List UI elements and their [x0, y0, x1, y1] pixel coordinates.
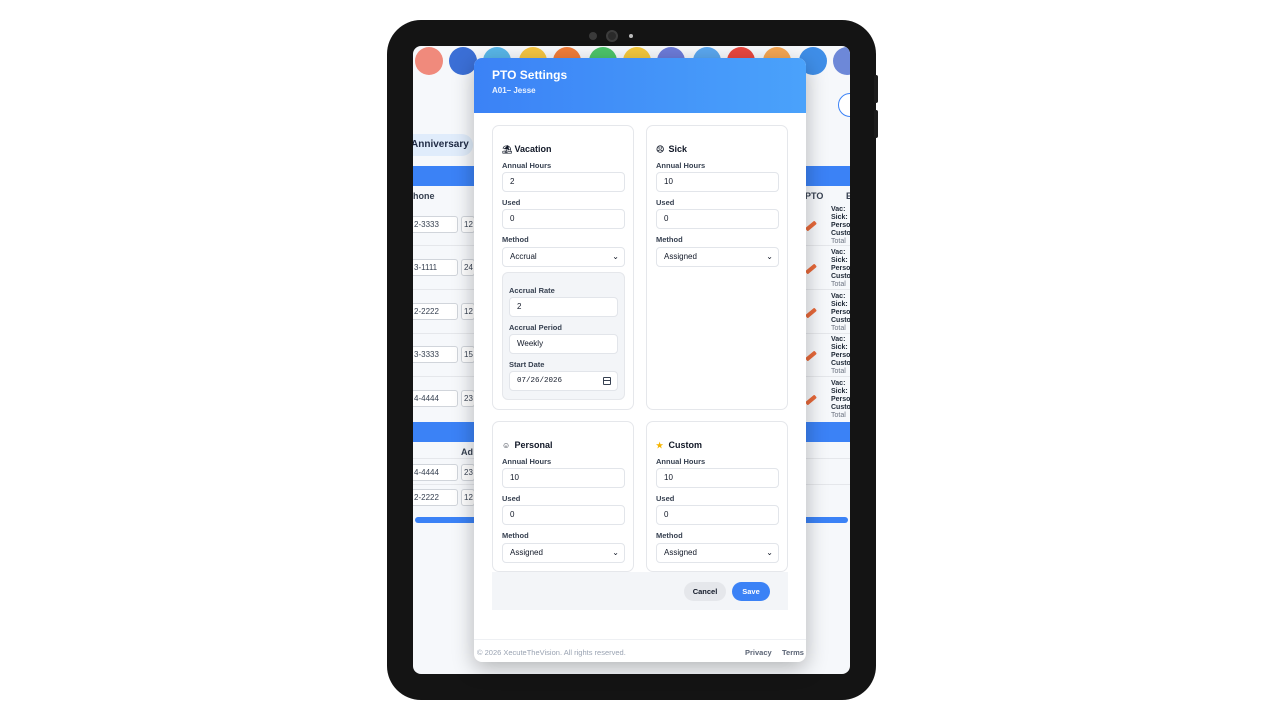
accrual-rate-label: Accrual Rate — [509, 286, 555, 295]
privacy-link[interactable]: Privacy — [745, 648, 772, 657]
pto-summary: Vac: Sick: Perso Custo Total — [831, 293, 850, 332]
phone-cell[interactable]: 2-2222 — [413, 303, 458, 320]
method-label: Method — [502, 235, 529, 244]
phone-cell[interactable]: 4-4444 — [413, 464, 458, 481]
column-e: E — [846, 191, 850, 201]
modal-subtitle: A01– Jesse — [492, 86, 536, 95]
custom-title: ★ Custom — [656, 440, 703, 450]
column-phone: hone — [413, 191, 435, 201]
phone-cell[interactable]: 3-3333 — [413, 346, 458, 363]
camera-dot — [589, 32, 597, 40]
annual-hours-label: Annual Hours — [656, 457, 706, 466]
accrual-settings-panel: Accrual Rate 2 Accrual Period Weekly Sta… — [502, 272, 625, 400]
personal-annual-hours-input[interactable]: 10 — [502, 468, 625, 488]
personal-title: ☺ Personal — [502, 440, 553, 450]
start-date-label: Start Date — [509, 360, 545, 369]
front-camera — [606, 30, 618, 42]
personal-used-input[interactable]: 0 — [502, 505, 625, 525]
sick-title: ☹ Sick — [656, 144, 688, 154]
save-button[interactable]: Save — [732, 582, 770, 601]
pto-summary: Vac: Sick: Perso Custo Total — [831, 249, 850, 288]
chevron-down-icon: ⌄ — [766, 252, 773, 261]
document-icon[interactable] — [449, 47, 477, 75]
terms-link[interactable]: Terms — [782, 648, 804, 657]
phone-cell[interactable]: 3-1111 — [413, 259, 458, 276]
phone-cell[interactable]: 4-4444 — [413, 390, 458, 407]
edit-icon[interactable] — [805, 307, 817, 319]
number-cell[interactable]: 24 — [461, 259, 475, 276]
column-pto: PTO — [805, 191, 824, 201]
number-cell[interactable]: 23 — [461, 464, 475, 481]
used-label: Used — [656, 198, 675, 207]
custom-card: ★ Custom Annual Hours 10 Used 0 Method A… — [646, 421, 788, 572]
sick-face-icon: ☹ — [656, 145, 665, 154]
number-cell[interactable]: 15 — [461, 346, 475, 363]
method-label: Method — [656, 531, 683, 540]
edit-icon[interactable] — [805, 350, 817, 362]
pto-settings-modal: PTO Settings A01– Jesse ⛱ Vacation Annua… — [474, 58, 806, 662]
person-icon: ☺ — [502, 441, 511, 450]
edit-icon[interactable] — [805, 220, 817, 232]
tablet-volume-up — [874, 110, 878, 138]
number-cell[interactable]: 12 — [461, 216, 475, 233]
profile-button[interactable] — [838, 93, 850, 117]
sick-card: ☹ Sick Annual Hours 10 Used 0 Method Ass… — [646, 125, 788, 410]
custom-method-select[interactable]: Assigned ⌄ — [656, 543, 779, 563]
calendar-icon[interactable] — [603, 377, 611, 385]
pto-summary: Vac: Sick: Perso Custo Total — [831, 206, 850, 245]
number-cell[interactable]: 12 — [461, 303, 475, 320]
sensor-dot — [629, 34, 633, 38]
annual-hours-label: Annual Hours — [656, 161, 706, 170]
edit-icon[interactable] — [805, 263, 817, 275]
vacation-method-select[interactable]: Accrual ⌄ — [502, 247, 625, 267]
chevron-down-icon: ⌄ — [612, 252, 619, 261]
modal-title: PTO Settings — [492, 68, 568, 82]
edit-icon[interactable] — [805, 394, 817, 406]
custom-annual-hours-input[interactable]: 10 — [656, 468, 779, 488]
pto-summary: Vac: Sick: Perso Custo Total — [831, 380, 850, 419]
personal-card: ☺ Personal Annual Hours 10 Used 0 Method… — [492, 421, 634, 572]
number-cell[interactable]: 12 — [461, 489, 475, 506]
beach-umbrella-icon: ⛱ — [502, 145, 513, 154]
phone-cell[interactable]: 2-3333 — [413, 216, 458, 233]
column-ad: Ad — [461, 447, 473, 457]
accrual-period-label: Accrual Period — [509, 323, 562, 332]
folder-icon[interactable] — [833, 47, 850, 75]
pto-summary: Vac: Sick: Perso Custo Total — [831, 336, 850, 375]
tab-anniversary[interactable]: Anniversary — [413, 134, 473, 156]
start-date-input[interactable]: 07/26/2026 — [509, 371, 618, 391]
number-cell[interactable]: 23 — [461, 390, 475, 407]
used-label: Used — [502, 198, 521, 207]
chevron-down-icon: ⌄ — [766, 548, 773, 557]
phone-cell[interactable]: 2-2222 — [413, 489, 458, 506]
custom-used-input[interactable]: 0 — [656, 505, 779, 525]
annual-hours-label: Annual Hours — [502, 457, 552, 466]
vacation-annual-hours-input[interactable]: 2 — [502, 172, 625, 192]
personal-method-select[interactable]: Assigned ⌄ — [502, 543, 625, 563]
sick-method-select[interactable]: Assigned ⌄ — [656, 247, 779, 267]
sick-used-input[interactable]: 0 — [656, 209, 779, 229]
vacation-card: ⛱ Vacation Annual Hours 2 Used 0 Method … — [492, 125, 634, 410]
method-label: Method — [656, 235, 683, 244]
used-label: Used — [656, 494, 675, 503]
method-label: Method — [502, 531, 529, 540]
sick-annual-hours-input[interactable]: 10 — [656, 172, 779, 192]
accrual-rate-input[interactable]: 2 — [509, 297, 618, 317]
annual-hours-label: Annual Hours — [502, 161, 552, 170]
vacation-used-input[interactable]: 0 — [502, 209, 625, 229]
footer-divider — [474, 639, 806, 640]
chevron-down-icon: ⌄ — [612, 548, 619, 557]
tablet-side-button — [874, 75, 878, 103]
vacation-title: ⛱ Vacation — [502, 144, 552, 154]
copyright-text: © 2026 XecuteTheVision. All rights reser… — [477, 648, 626, 657]
star-icon: ★ — [656, 441, 664, 450]
used-label: Used — [502, 494, 521, 503]
cancel-button[interactable]: Cancel — [684, 582, 726, 601]
accrual-period-input[interactable]: Weekly — [509, 334, 618, 354]
puzzle-icon[interactable] — [415, 47, 443, 75]
modal-header: PTO Settings A01– Jesse — [474, 58, 806, 113]
